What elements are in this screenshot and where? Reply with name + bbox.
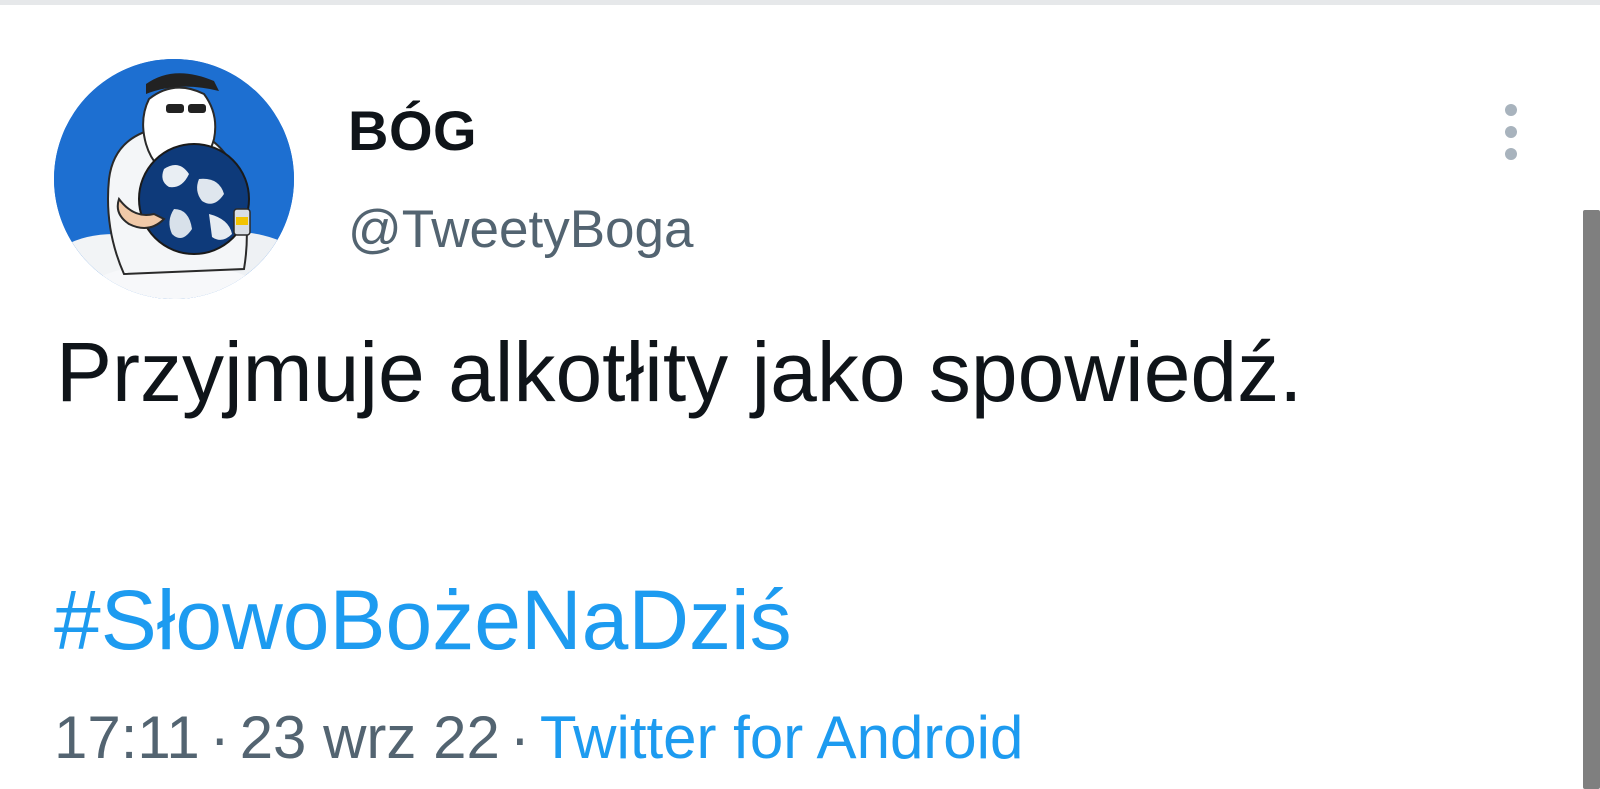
avatar[interactable] [54, 59, 294, 299]
tweet-metadata: 17:11 · 23 wrz 22 · Twitter for Android [54, 703, 1023, 773]
tweet-time[interactable]: 17:11 [54, 704, 200, 771]
author-handle[interactable]: @TweetyBoga [348, 198, 693, 262]
meta-separator: · [209, 704, 230, 771]
meta-separator: · [509, 704, 530, 771]
tweet-date[interactable]: 23 wrz 22 [240, 704, 500, 771]
tweet-source-link[interactable]: Twitter for Android [540, 704, 1024, 771]
tweet-text: Przyjmuje alkotłity jako spowiedź. [56, 325, 1303, 419]
tweet-detail-screen: BÓG @TweetyBoga Przyjmuje alkotłity jako… [0, 0, 1600, 789]
scrollbar-thumb[interactable] [1583, 210, 1600, 789]
avatar-image [54, 59, 294, 299]
top-divider [0, 0, 1600, 5]
more-options-button[interactable] [1490, 98, 1532, 166]
hashtag-link[interactable]: #SłowoBożeNaDziś [54, 570, 792, 670]
author-display-name[interactable]: BÓG [348, 97, 477, 165]
more-vertical-icon [1505, 104, 1517, 160]
